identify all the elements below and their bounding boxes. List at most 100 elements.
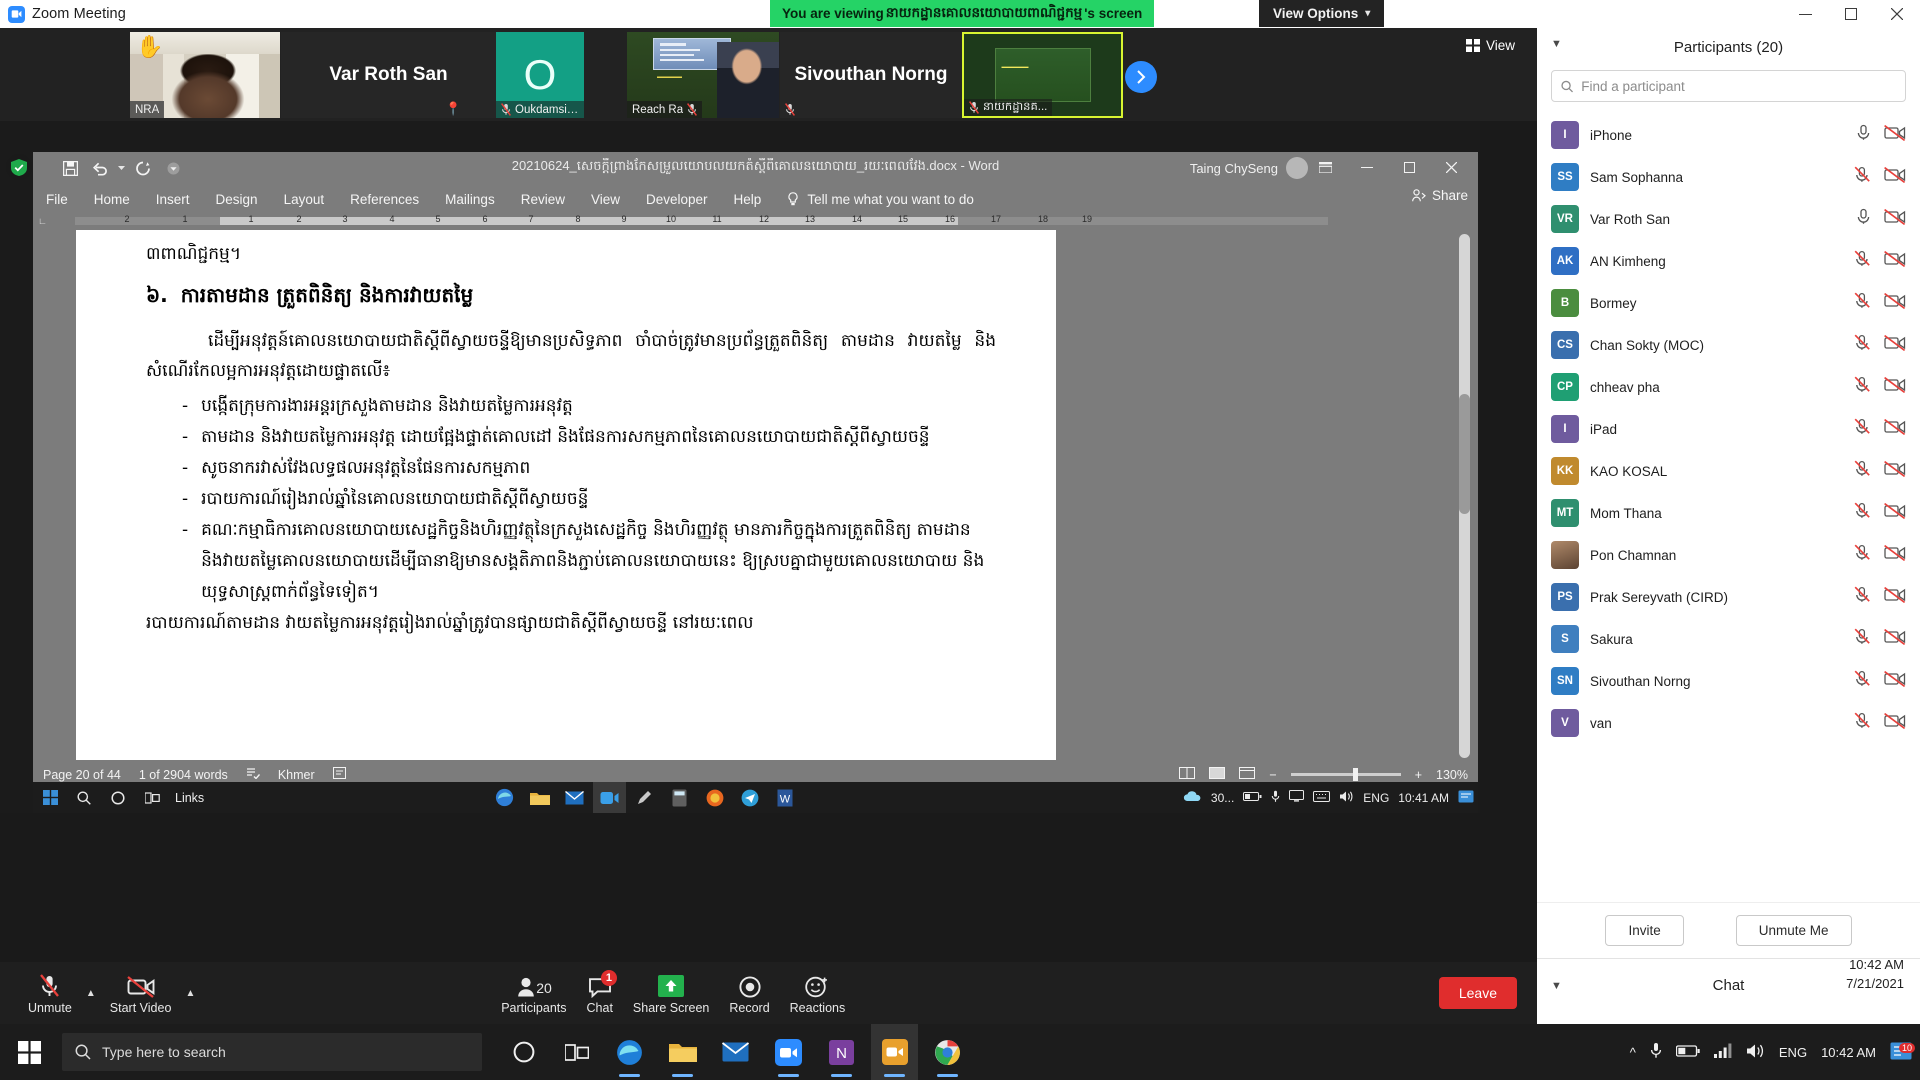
participant-search-box[interactable] [1551,70,1906,102]
show-hidden-icons-icon[interactable]: ^ [1630,1045,1636,1060]
word-share-button[interactable]: Share [1412,188,1468,203]
video-tile[interactable]: Sivouthan Norng [780,32,962,118]
video-options-caret[interactable]: ▲ [181,962,199,1024]
participant-row[interactable]: AK AN Kimheng [1537,240,1920,282]
mic-on-icon[interactable] [1856,124,1871,146]
ribbon-tab-file[interactable]: File [33,184,81,214]
minimize-button[interactable] [1782,0,1828,28]
participant-row[interactable]: IiPad [1537,408,1920,450]
windows-start-button[interactable] [0,1024,58,1080]
web-layout-icon[interactable] [1239,767,1256,782]
video-off-icon[interactable] [1884,544,1906,566]
print-layout-icon[interactable] [1209,767,1226,782]
ribbon-tab-review[interactable]: Review [508,184,578,214]
filmstrip-next-button[interactable] [1125,61,1157,93]
audio-options-caret[interactable]: ▲ [82,962,100,1024]
participant-row[interactable]: MT Mom Thana [1537,492,1920,534]
maximize-button[interactable] [1828,0,1874,28]
word-user-account[interactable]: Taing ChySeng [1190,157,1308,179]
reactions-button[interactable]: Reactions [780,962,856,1024]
video-tile[interactable]: O Oukdamsidar... [496,32,584,118]
start-video-button[interactable]: Start Video [100,962,182,1024]
onedrive-cloud-icon[interactable] [1183,790,1202,806]
participant-row[interactable]: CP chheav pha [1537,366,1920,408]
video-off-icon[interactable] [1884,502,1906,524]
task-view-icon[interactable] [553,1024,600,1080]
word-restore-button[interactable] [1388,154,1430,180]
mail-icon[interactable] [712,1024,759,1080]
video-off-icon[interactable] [1884,292,1906,314]
participant-row[interactable]: PS Prak Sereyvath (CIRD) [1537,576,1920,618]
video-off-icon[interactable] [1884,166,1906,188]
firefox-icon[interactable] [698,782,731,813]
windows-start-icon[interactable] [33,782,67,813]
video-off-icon[interactable] [1884,124,1906,146]
video-off-icon[interactable] [1884,628,1906,650]
os-taskbar-language[interactable]: ENG [1779,1045,1807,1060]
mic-muted-icon[interactable] [1854,418,1871,440]
chevron-down-icon[interactable]: ▼ [1551,38,1562,50]
mic-muted-icon[interactable] [1854,166,1871,188]
ribbon-tab-home[interactable]: Home [81,184,143,214]
ribbon-tab-mailings[interactable]: Mailings [432,184,508,214]
screen-tray-icon[interactable] [1289,790,1305,805]
view-options-button[interactable]: View Options ▾ [1259,0,1385,27]
ribbon-tab-references[interactable]: References [337,184,432,214]
ribbon-tab-help[interactable]: Help [721,184,775,214]
zoom-app-icon[interactable] [871,1024,918,1080]
participant-row[interactable]: Vvan [1537,702,1920,744]
file-explorer-icon[interactable] [523,782,556,813]
mic-muted-icon[interactable] [1854,250,1871,272]
unmute-button[interactable]: Unmute [18,962,82,1024]
word-minimize-button[interactable] [1346,154,1388,180]
participants-list[interactable]: IiPhone SS Sam Sophanna VR Var Roth San AK AN … [1537,114,1920,880]
zoom-out-button[interactable]: − [1269,768,1276,782]
mic-muted-icon[interactable] [1854,544,1871,566]
video-tile[interactable]: Var Roth San 📍 [281,32,496,118]
participants-button[interactable]: 20 Participants [491,962,576,1024]
action-center-icon[interactable]: 10 [1890,1042,1915,1063]
participant-row[interactable]: B Bormey [1537,282,1920,324]
calculator-icon[interactable] [663,782,696,813]
unmute-me-button[interactable]: Unmute Me [1735,915,1852,946]
task-view-icon[interactable] [135,782,169,813]
accessibility-icon[interactable] [332,767,346,782]
read-mode-icon[interactable] [1179,767,1196,782]
zoom-icon[interactable] [593,782,626,813]
video-off-icon[interactable] [1884,250,1906,272]
word-document-canvas[interactable]: ៣ពាណិជ្ជកម្ម។ ៦. ការតាមដាន ត្រួតពិនិត្យ … [33,230,1478,762]
participant-search-input[interactable] [1581,78,1896,94]
inner-taskbar-time[interactable]: 10:41 AM [1398,791,1449,805]
onenote-icon[interactable]: N [818,1024,865,1080]
video-tile-active-speaker[interactable]: ▬▬▬▬▬▬ នាយកដ្ឋានគ... [962,32,1123,118]
record-button[interactable]: Record [719,962,779,1024]
mic-muted-icon[interactable] [1854,586,1871,608]
participant-row[interactable]: CS Chan Sokty (MOC) [1537,324,1920,366]
mic-tray-icon[interactable] [1650,1042,1662,1062]
video-off-icon[interactable] [1884,376,1906,398]
mic-muted-icon[interactable] [1854,712,1871,734]
inner-taskbar-language[interactable]: ENG [1363,791,1389,805]
taskbar-search-box[interactable]: Type here to search [62,1033,482,1071]
word-taskbar-icon[interactable]: W [768,782,801,813]
word-close-button[interactable] [1430,154,1472,180]
telegram-icon[interactable] [733,782,766,813]
battery-icon[interactable] [1243,791,1262,805]
keyboard-tray-icon[interactable] [1313,790,1331,805]
tell-me-search[interactable]: Tell me what you want to do [786,192,974,207]
network-tray-icon[interactable] [1713,1043,1732,1061]
edge-icon[interactable] [488,782,521,813]
spellcheck-icon[interactable] [246,767,260,782]
word-ribbon-options-button[interactable] [1304,154,1346,180]
mic-muted-icon[interactable] [1854,460,1871,482]
volume-tray-icon[interactable] [1746,1043,1765,1062]
chevron-down-icon[interactable]: ▼ [1551,980,1562,992]
notifications-tray-icon[interactable] [1458,790,1474,806]
search-icon[interactable] [67,782,101,813]
ribbon-tab-view[interactable]: View [578,184,633,214]
edge-icon[interactable] [606,1024,653,1080]
file-explorer-icon[interactable] [659,1024,706,1080]
share-screen-button[interactable]: Share Screen [623,962,719,1024]
mic-muted-icon[interactable] [1854,628,1871,650]
video-off-icon[interactable] [1884,418,1906,440]
